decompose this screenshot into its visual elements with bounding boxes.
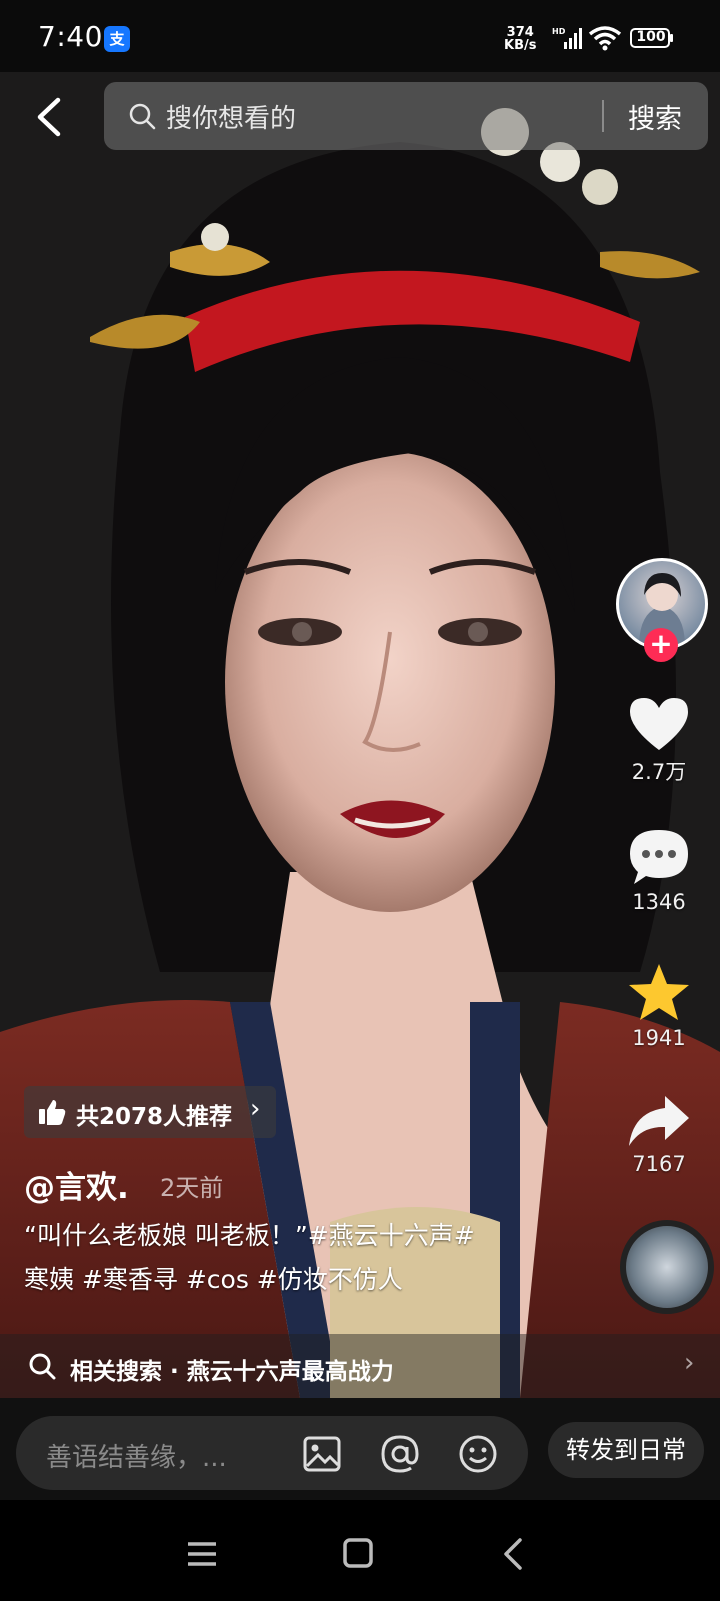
search-input[interactable]: 搜你想看的 bbox=[166, 98, 296, 135]
back-chevron-icon[interactable] bbox=[494, 1536, 534, 1572]
comment-placeholder: 善语结善缘，... bbox=[46, 1443, 227, 1473]
related-search-bar[interactable]: 相关搜索 · 燕云十六声最高战力 › bbox=[0, 1334, 720, 1398]
search-divider bbox=[602, 100, 604, 132]
share-arrow-icon bbox=[629, 1096, 689, 1146]
related-search-label: 相关搜索 · 燕云十六声最高战力 bbox=[70, 1359, 394, 1385]
post-caption: “叫什么老板娘 叫老板！”#燕云十六声# 寒姨 #寒香寻 #cos #仿妆不仿人 bbox=[24, 1214, 584, 1302]
share-to-daily-button[interactable]: 转发到日常 bbox=[548, 1422, 704, 1478]
search-button[interactable]: 搜索 bbox=[628, 97, 682, 136]
svg-text:HD: HD bbox=[552, 27, 566, 36]
caption-line-1[interactable]: “叫什么老板娘 叫老板！”#燕云十六声# bbox=[24, 1214, 584, 1258]
net-speed-unit: KB/s bbox=[504, 38, 537, 53]
comment-bubble-icon bbox=[630, 830, 688, 884]
recommend-pill[interactable]: 共2078人推荐 › bbox=[24, 1086, 276, 1138]
search-icon bbox=[129, 103, 156, 130]
recommend-count-label: 共2078人推荐 bbox=[76, 1104, 233, 1130]
comment-input[interactable]: 善语结善缘，... bbox=[16, 1416, 528, 1490]
comment-bar: 善语结善缘，... 转发到日常 bbox=[0, 1398, 720, 1500]
search-icon bbox=[29, 1353, 56, 1380]
emoji-icon[interactable] bbox=[458, 1434, 498, 1474]
like-action[interactable]: 2.7万 bbox=[614, 696, 704, 786]
post-time: 2天前 bbox=[160, 1174, 224, 1202]
chevron-right-icon: › bbox=[684, 1348, 695, 1378]
favorite-action[interactable]: 1941 bbox=[614, 962, 704, 1050]
star-icon bbox=[629, 964, 689, 1020]
thumbs-up-icon bbox=[39, 1100, 66, 1125]
comment-action[interactable]: 1346 bbox=[614, 828, 704, 914]
music-disc-icon[interactable] bbox=[620, 1220, 714, 1314]
favorite-count: 1941 bbox=[632, 1026, 686, 1050]
battery-level: 100 bbox=[636, 29, 666, 45]
image-icon[interactable] bbox=[302, 1434, 342, 1474]
system-nav-bar bbox=[0, 1500, 720, 1601]
heart-icon bbox=[630, 698, 688, 750]
status-time: 7:40 bbox=[38, 20, 103, 53]
search-bar[interactable]: 搜你想看的 搜索 bbox=[104, 82, 708, 150]
home-square-icon[interactable] bbox=[338, 1536, 378, 1572]
back-arrow-icon[interactable] bbox=[30, 92, 70, 142]
like-count: 2.7万 bbox=[631, 760, 687, 784]
chevron-right-icon: › bbox=[250, 1094, 261, 1124]
wifi-icon bbox=[588, 26, 622, 51]
at-mention-icon[interactable] bbox=[380, 1434, 420, 1474]
network-speed: 374 KB/s bbox=[504, 26, 536, 52]
status-bar: 7:40 支 374 KB/s HD 100 bbox=[0, 0, 720, 72]
cellular-signal-icon: HD bbox=[552, 27, 582, 49]
share-count: 7167 bbox=[632, 1152, 686, 1176]
menu-icon[interactable] bbox=[182, 1536, 222, 1572]
caption-line-2[interactable]: 寒姨 #寒香寻 #cos #仿妆不仿人 bbox=[24, 1258, 584, 1302]
share-action[interactable]: 7167 bbox=[614, 1094, 704, 1176]
follow-plus-button[interactable]: + bbox=[644, 628, 678, 662]
alipay-notification-icon: 支 bbox=[104, 26, 130, 52]
author-name[interactable]: @言欢. bbox=[24, 1162, 129, 1207]
comment-count: 1346 bbox=[632, 890, 686, 914]
